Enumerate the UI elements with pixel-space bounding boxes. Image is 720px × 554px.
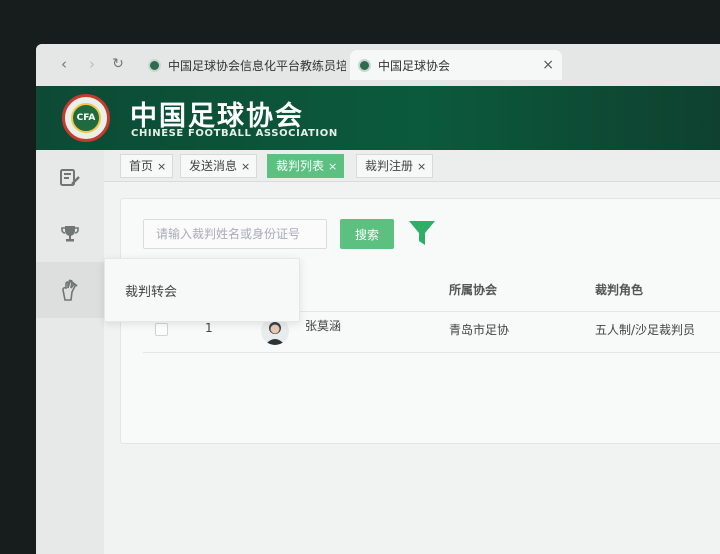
edit-list-icon (60, 169, 80, 186)
column-header-role[interactable]: 裁判角色 (595, 281, 643, 298)
trophy-icon (61, 226, 79, 242)
close-icon[interactable]: × (417, 160, 426, 173)
browser-tab-cfa[interactable]: 中国足球协会 × (350, 50, 562, 80)
sidebar-submenu: 裁判转会 (104, 258, 300, 322)
browser-tab-training[interactable]: 中国足球协会信息化平台教练员培 (140, 50, 346, 80)
close-icon[interactable]: × (328, 160, 337, 173)
whistle-hand-icon (62, 279, 78, 301)
browser-tab-title: 中国足球协会 (378, 58, 451, 73)
screen: ‹ › ↻ 中国足球协会信息化平台教练员培 中国足球协会 × CFA 中国足球协… (36, 44, 720, 554)
back-icon[interactable]: ‹ (54, 54, 74, 74)
close-icon[interactable]: × (542, 57, 554, 73)
tab-label: 发送消息 (189, 159, 238, 173)
search-button[interactable]: 搜索 (340, 219, 394, 249)
column-header-association[interactable]: 所属协会 (449, 281, 497, 298)
sidebar (36, 150, 104, 554)
tab-send-message[interactable]: 发送消息 × (180, 154, 258, 178)
tab-home[interactable]: 首页 × (120, 154, 174, 178)
row-checkbox[interactable] (155, 323, 168, 336)
logo-emblem: CFA (71, 103, 101, 133)
search-input[interactable] (143, 219, 327, 249)
browser-tab-title: 中国足球协会信息化平台教练员培 (168, 58, 346, 73)
sidebar-item-referee[interactable] (36, 262, 104, 318)
favicon-icon (358, 58, 371, 72)
tab-referee-list[interactable]: 裁判列表 × (267, 154, 345, 178)
tab-label: 裁判列表 (276, 159, 325, 173)
tab-label: 裁判注册 (365, 159, 414, 173)
referee-role: 五人制/沙足裁判员 (595, 323, 696, 337)
browser-tabbar: ‹ › ↻ 中国足球协会信息化平台教练员培 中国足球协会 × (36, 44, 720, 86)
divider (143, 352, 720, 353)
sidebar-item-list[interactable] (36, 150, 104, 206)
submenu-item-referee-transfer[interactable]: 裁判转会 (125, 281, 177, 300)
referee-name[interactable]: 张莫涵 (305, 317, 341, 334)
close-icon[interactable]: × (241, 160, 250, 173)
page-tabs: 首页 × 发送消息 × 裁判列表 × 裁判注册 × (104, 150, 720, 182)
row-index: 1 (205, 321, 213, 335)
tab-label: 首页 (129, 159, 154, 173)
forward-icon[interactable]: › (82, 54, 102, 74)
cfa-logo: CFA (62, 94, 110, 142)
app-subtitle: CHINESE FOOTBALL ASSOCIATION (131, 128, 338, 139)
reload-icon[interactable]: ↻ (108, 54, 128, 74)
close-icon[interactable]: × (157, 160, 166, 173)
tab-referee-register[interactable]: 裁判注册 × (356, 154, 434, 178)
app-header: CFA 中国足球协会 CHINESE FOOTBALL ASSOCIATION (36, 86, 720, 150)
filter-icon[interactable] (408, 219, 436, 247)
referee-association: 青岛市足协 (449, 323, 510, 337)
favicon-icon (148, 58, 161, 72)
sidebar-item-honors[interactable] (36, 206, 104, 262)
